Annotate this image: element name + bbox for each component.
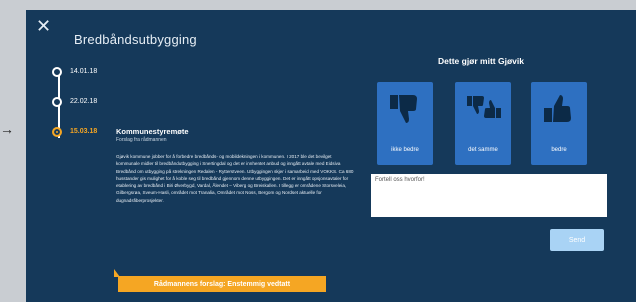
entry-subtitle: Forslag fra rådmannen	[116, 137, 167, 143]
timeline-date: 14.01.18	[70, 68, 98, 75]
entry-title: Kommunestyremøte	[116, 127, 189, 136]
close-icon[interactable]: ✕	[36, 17, 51, 35]
rating-title: Dette gjør mitt Gjøvik	[438, 56, 524, 66]
decision-banner: Rådmannens forslag: Enstemmig vedtatt	[118, 276, 326, 292]
timeline-date: 22.02.18	[70, 98, 98, 105]
rate-better-button[interactable]: bedre	[531, 82, 587, 165]
entry-body: Gjøvik kommune jobber for å forbedre bre…	[116, 154, 354, 203]
timeline-dot-icon	[52, 67, 62, 77]
story-modal: ✕ Bredbåndsutbygging 14.01.18 22.02.18 1…	[26, 10, 636, 302]
timeline-dot-active-icon	[52, 127, 62, 137]
thumbs-up-icon	[544, 95, 571, 122]
rate-better-label: bedre	[551, 147, 567, 153]
rate-worse-button[interactable]: ikke bedre	[377, 82, 433, 165]
rate-worse-label: ikke bedre	[391, 147, 419, 153]
thumbs-down-icon	[390, 95, 417, 123]
background-arrow-icon: →	[0, 121, 14, 137]
send-button[interactable]: Send	[550, 229, 604, 251]
timeline-dot-icon	[52, 97, 62, 107]
rate-same-button[interactable]: det samme	[455, 82, 511, 165]
rate-same-label: det samme	[468, 147, 498, 153]
modal-title: Bredbåndsutbygging	[74, 32, 197, 47]
feedback-textarea[interactable]	[371, 174, 607, 217]
thumbs-down-up-icon	[467, 96, 501, 118]
timeline-date-active: 15.03.18	[70, 128, 98, 135]
